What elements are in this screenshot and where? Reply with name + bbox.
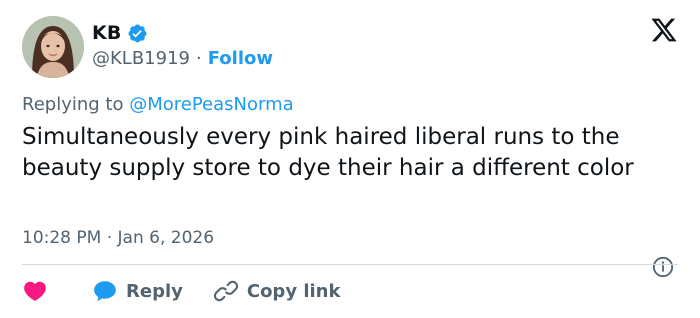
copy-link-label: Copy link	[246, 280, 341, 302]
link-icon	[213, 278, 239, 304]
avatar[interactable]	[22, 16, 84, 78]
verified-badge-icon	[127, 23, 148, 44]
tweet-timestamp[interactable]: 10:28 PM · Jan 6, 2026	[22, 228, 214, 248]
replying-to-prefix: Replying to	[22, 94, 124, 115]
handle-separator: ·	[196, 48, 202, 69]
replying-to-mention[interactable]: @MorePeasNorma	[129, 94, 293, 115]
speech-bubble-icon	[92, 278, 118, 304]
tweet-actions: Reply Copy link	[22, 278, 340, 304]
reply-label: Reply	[126, 280, 183, 302]
reply-button[interactable]: Reply	[92, 278, 183, 304]
display-name[interactable]: KB	[92, 22, 122, 44]
info-icon[interactable]	[652, 256, 674, 278]
author-name-row: KB	[92, 22, 148, 44]
handle-row: @KLB1919 · Follow	[92, 48, 273, 69]
replying-to: Replying to @MorePeasNorma	[22, 94, 294, 115]
follow-button[interactable]: Follow	[208, 48, 273, 69]
heart-icon	[22, 278, 48, 304]
tweet-card: KB @KLB1919 · Follow Replying to @MorePe…	[0, 0, 700, 318]
divider	[22, 264, 678, 265]
author-handle[interactable]: @KLB1919	[92, 48, 190, 69]
x-logo-icon[interactable]	[650, 16, 678, 44]
like-button[interactable]	[22, 278, 48, 304]
avatar-image	[22, 16, 84, 78]
tweet-text: Simultaneously every pink haired liberal…	[22, 124, 634, 181]
copy-link-button[interactable]: Copy link	[213, 278, 341, 304]
